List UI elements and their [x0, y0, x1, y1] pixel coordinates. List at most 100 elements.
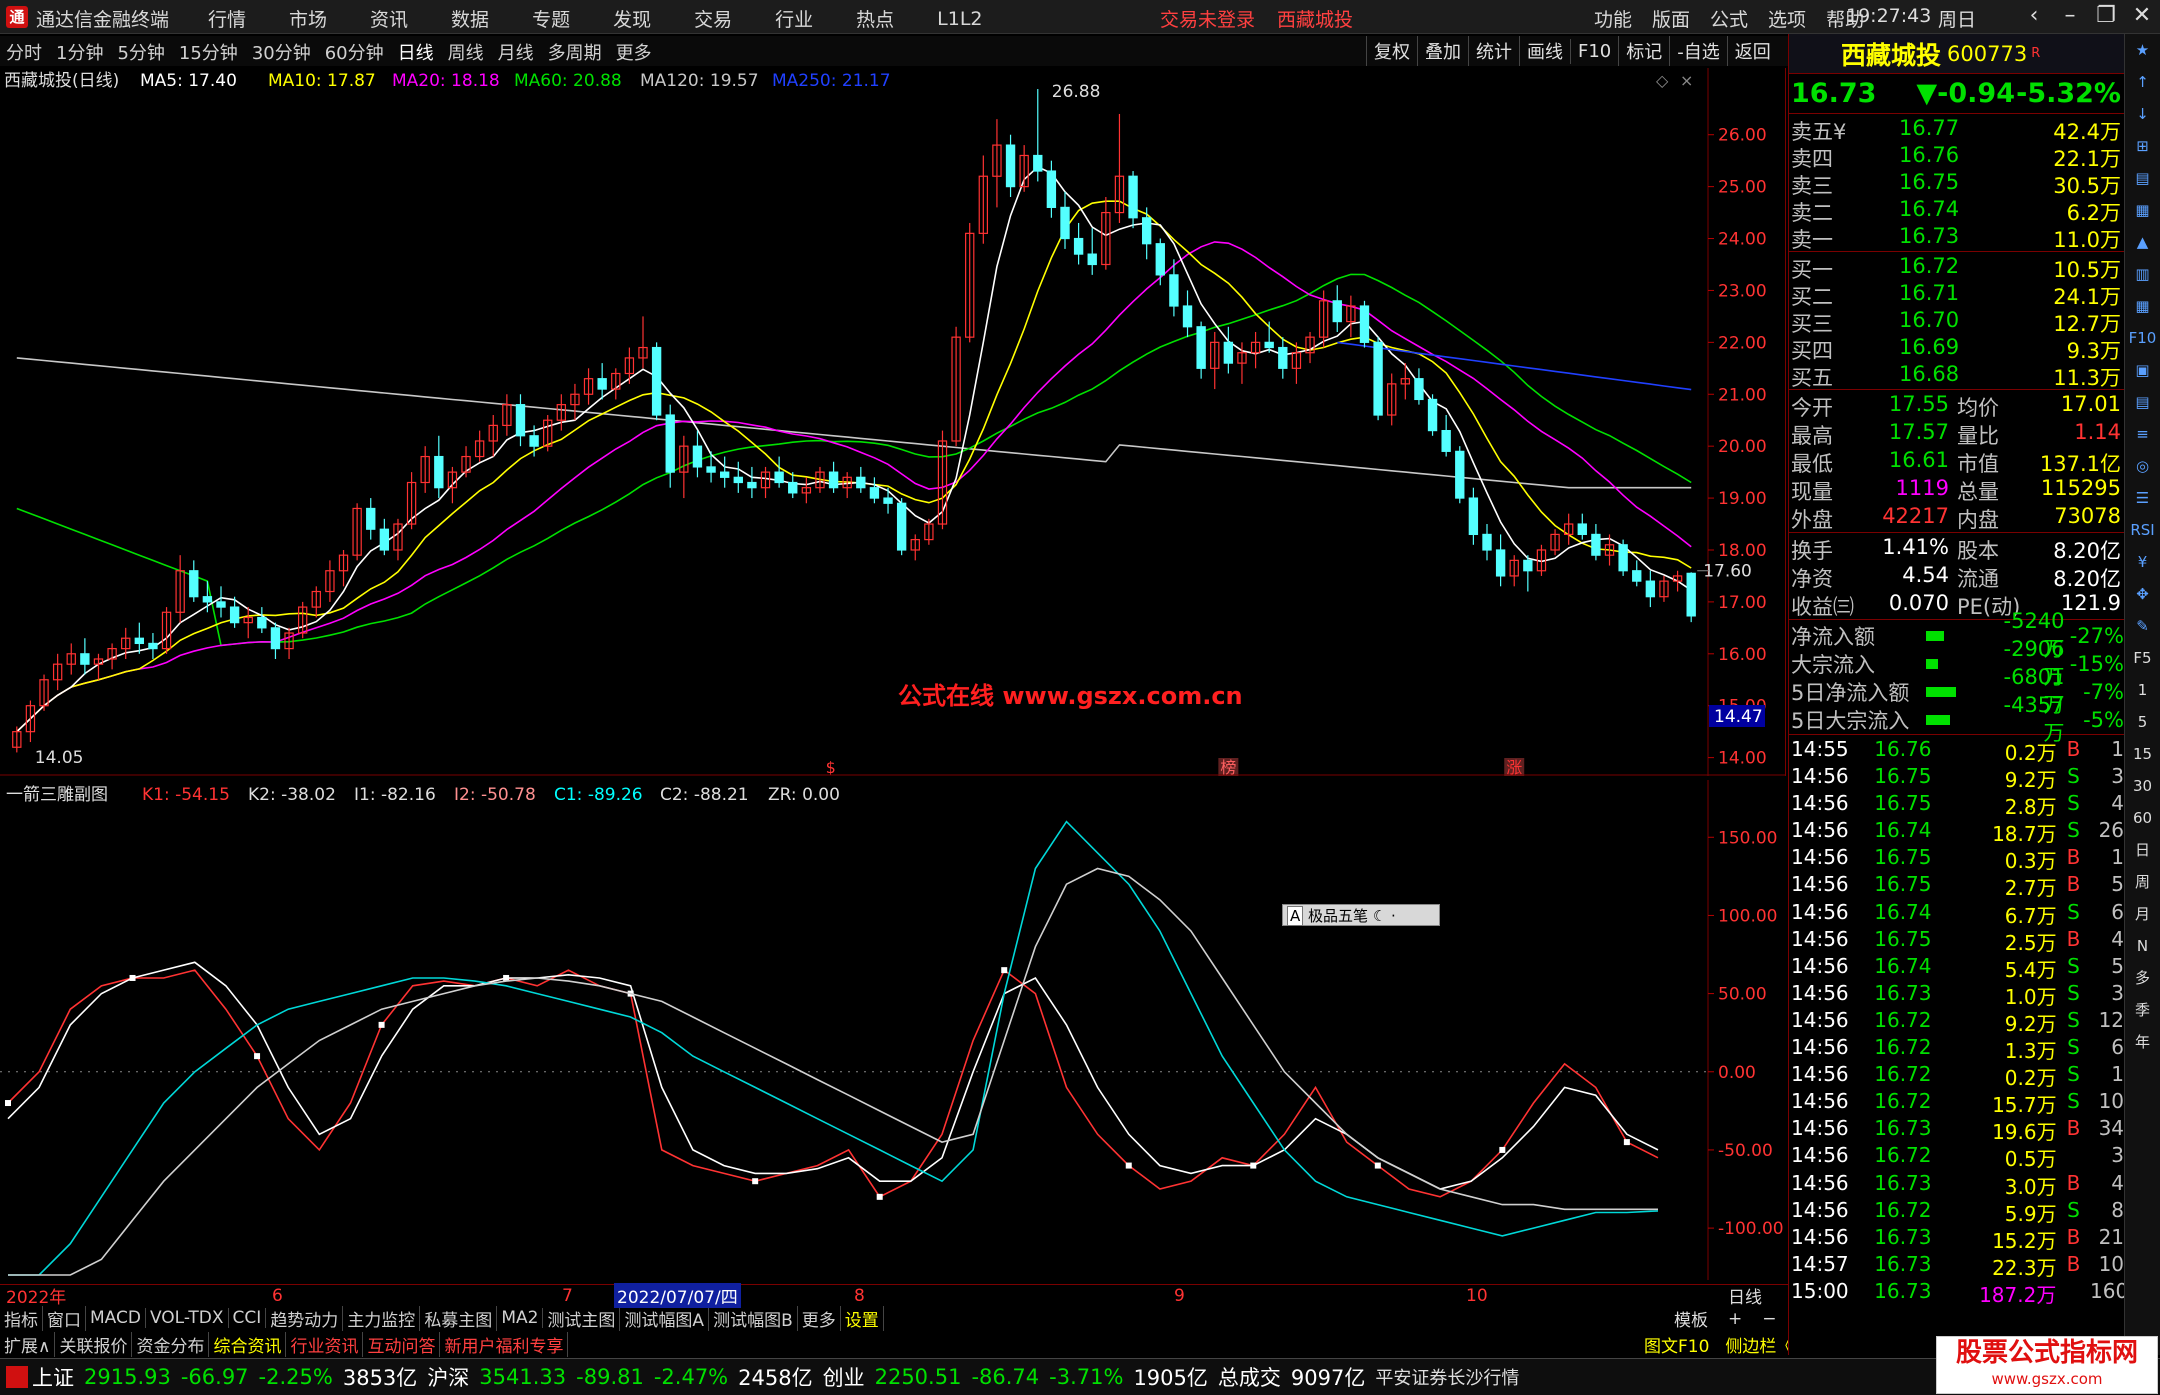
tool-btn-1[interactable]: 叠加	[1417, 36, 1468, 66]
sidebar-icon-17[interactable]: ✥	[2125, 578, 2160, 610]
current-stock-name[interactable]: 西藏城投	[1277, 5, 1353, 32]
sidebar-icon-12[interactable]: ≡	[2125, 418, 2160, 450]
fundflow-row[interactable]: 5日净流入额 -6801万 -7%	[1791, 665, 2124, 717]
tool-btn-0[interactable]: 复权	[1366, 36, 1417, 66]
sidebar-icon-25[interactable]: 日	[2125, 834, 2160, 866]
indicator-tab-1[interactable]: 窗口	[43, 1305, 86, 1331]
fundflow-row[interactable]: 5日大宗流入 -4357万 -5%	[1791, 693, 2124, 745]
sidebar-icon-16[interactable]: ¥	[2125, 546, 2160, 578]
indicator-tab-7[interactable]: 私募主图	[420, 1305, 498, 1331]
sidebar-icon-30[interactable]: 季	[2125, 994, 2160, 1026]
buy-level-row[interactable]: 买一 16.72 10.5万	[1791, 254, 2124, 282]
info-tab-1[interactable]: 关联报价	[55, 1331, 133, 1357]
indicator-tab-12[interactable]: 更多	[798, 1305, 841, 1331]
tick-row[interactable]: 14:56 16.72 1.3万 S 6	[1791, 1035, 2124, 1063]
tabbar1-right-1[interactable]: +	[1728, 1309, 1742, 1329]
indicator-tab-9[interactable]: 测试主图	[543, 1305, 621, 1331]
sidebar-icon-15[interactable]: RSI	[2125, 514, 2160, 546]
menu-9[interactable]: L1L2	[937, 8, 982, 30]
minimize-icon[interactable]: –	[2052, 3, 2088, 28]
tick-row[interactable]: 14:57 16.73 22.3万 B 10	[1791, 1252, 2124, 1280]
sidebar-icon-2[interactable]: ↓	[2125, 98, 2160, 130]
tool-btn-3[interactable]: 画线	[1519, 36, 1570, 66]
sidebar-icon-4[interactable]: ▤	[2125, 162, 2160, 194]
sidebar-icon-5[interactable]: ▦	[2125, 194, 2160, 226]
tick-row[interactable]: 14:56 16.75 2.8万 S 4	[1791, 791, 2124, 819]
tick-row[interactable]: 14:56 16.73 1.0万 S 3	[1791, 981, 2124, 1009]
info-tab-0[interactable]: 扩展∧	[0, 1331, 56, 1357]
sidebar-icon-1[interactable]: ↑	[2125, 66, 2160, 98]
indicator-tab-3[interactable]: VOL-TDX	[146, 1308, 229, 1328]
indicator-tab-2[interactable]: MACD	[86, 1308, 146, 1328]
tool-btn-7[interactable]: 返回	[1726, 36, 1778, 66]
indicator-tab-11[interactable]: 测试幅图B	[709, 1305, 798, 1331]
tick-row[interactable]: 14:56 16.72 9.2万 S 12	[1791, 1008, 2124, 1036]
back-icon[interactable]: ‹	[2016, 3, 2052, 28]
tool-btn-4[interactable]: F10	[1570, 38, 1618, 64]
period-tab-0[interactable]: 分时	[6, 39, 42, 65]
sidebar-icon-24[interactable]: 60	[2125, 802, 2160, 834]
sell-level-row[interactable]: 卖三 16.75 30.5万	[1791, 170, 2124, 198]
tool-btn-2[interactable]: 统计	[1468, 36, 1519, 66]
sidebar-icon-23[interactable]: 30	[2125, 770, 2160, 802]
tick-row[interactable]: 14:56 16.72 0.2万 S 1	[1791, 1062, 2124, 1090]
sidebar-icon-31[interactable]: 年	[2125, 1026, 2160, 1058]
hs-label[interactable]: 沪深	[427, 1362, 469, 1392]
indicator-tab-4[interactable]: CCI	[229, 1308, 267, 1328]
sub-indicator-chart[interactable]: 一箭三雕副图 K1: -54.15 K2: -38.02 I1: -82.16 I2: …	[0, 780, 1786, 1284]
period-tab-8[interactable]: 月线	[498, 39, 534, 65]
close-icon[interactable]: ✕	[2124, 3, 2160, 28]
tick-row[interactable]: 14:56 16.73 19.6万 B 34	[1791, 1116, 2124, 1144]
sell-level-row[interactable]: 卖一 16.73 11.0万	[1791, 224, 2124, 252]
sidebar-icon-3[interactable]: ⊞	[2125, 130, 2160, 162]
period-tab-7[interactable]: 周线	[448, 39, 484, 65]
sell-level-row[interactable]: 卖五¥ 16.77 42.4万	[1791, 116, 2124, 144]
cy-label[interactable]: 创业	[823, 1362, 865, 1392]
info-tab-2[interactable]: 资金分布	[132, 1331, 210, 1357]
tick-row[interactable]: 14:56 16.74 5.4万 S 5	[1791, 954, 2124, 982]
sidebar-icon-18[interactable]: ✎	[2125, 610, 2160, 642]
sidebar-icon-28[interactable]: N	[2125, 930, 2160, 962]
sidebar-icon-27[interactable]: 月	[2125, 898, 2160, 930]
menu-1[interactable]: 市场	[289, 5, 327, 32]
indicator-tab-6[interactable]: 主力监控	[343, 1305, 421, 1331]
close-panel-icon[interactable]: ×	[1680, 71, 1693, 90]
sidebar-icon-13[interactable]: ◎	[2125, 450, 2160, 482]
menu-8[interactable]: 热点	[856, 5, 894, 32]
menu-5[interactable]: 发现	[613, 5, 651, 32]
sidebar-icon-20[interactable]: 1	[2125, 674, 2160, 706]
sidebar-icon-21[interactable]: 5	[2125, 706, 2160, 738]
buy-level-row[interactable]: 买五 16.68 11.3万	[1791, 362, 2124, 390]
period-tab-4[interactable]: 30分钟	[252, 39, 311, 65]
sidebar-icon-11[interactable]: ▤	[2125, 386, 2160, 418]
tabbar1-right-2[interactable]: −	[1762, 1309, 1776, 1329]
menu-2[interactable]: 资讯	[370, 5, 408, 32]
period-tab-5[interactable]: 60分钟	[325, 39, 384, 65]
period-tab-10[interactable]: 更多	[616, 39, 652, 65]
menu-3[interactable]: 数据	[451, 5, 489, 32]
sell-level-row[interactable]: 卖二 16.74 6.2万	[1791, 197, 2124, 225]
tick-row[interactable]: 14:56 16.72 0.5万 3	[1791, 1143, 2124, 1171]
sidebar-icon-29[interactable]: 多	[2125, 962, 2160, 994]
period-tab-9[interactable]: 多周期	[548, 39, 602, 65]
period-tab-2[interactable]: 5分钟	[117, 39, 164, 65]
info-tab-6[interactable]: 新用户福利专享	[440, 1331, 569, 1357]
sidebar-icon-9[interactable]: F10	[2125, 322, 2160, 354]
sidebar-icon-6[interactable]: ▲	[2125, 226, 2160, 258]
tick-row[interactable]: 14:56 16.75 2.7万 B 5	[1791, 872, 2124, 900]
sidebar-icon-0[interactable]: ★	[2125, 34, 2160, 66]
right-menu-0[interactable]: 功能	[1594, 5, 1632, 32]
tick-row[interactable]: 14:55 16.76 0.2万 B 1	[1791, 737, 2124, 765]
tick-row[interactable]: 14:56 16.73 15.2万 B 21	[1791, 1225, 2124, 1253]
info-tab-3[interactable]: 综合资讯	[209, 1331, 287, 1357]
right-menu-1[interactable]: 版面	[1652, 5, 1690, 32]
ime-moon-icon[interactable]: ☾ ·	[1373, 907, 1396, 925]
sell-level-row[interactable]: 卖四 16.76 22.1万	[1791, 143, 2124, 171]
buy-level-row[interactable]: 买四 16.69 9.3万	[1791, 335, 2124, 363]
fundflow-row[interactable]: 净流入额 -5240万 -27%	[1791, 609, 2124, 661]
tabbar2-right-1[interactable]: 侧边栏《	[1725, 1332, 1793, 1357]
ime-toolbar[interactable]: A 极品五笔 ☾ ·	[1282, 904, 1440, 926]
sidebar-icon-8[interactable]: ▦	[2125, 290, 2160, 322]
indicator-tab-13[interactable]: 设置	[841, 1305, 884, 1331]
sidebar-icon-26[interactable]: 周	[2125, 866, 2160, 898]
